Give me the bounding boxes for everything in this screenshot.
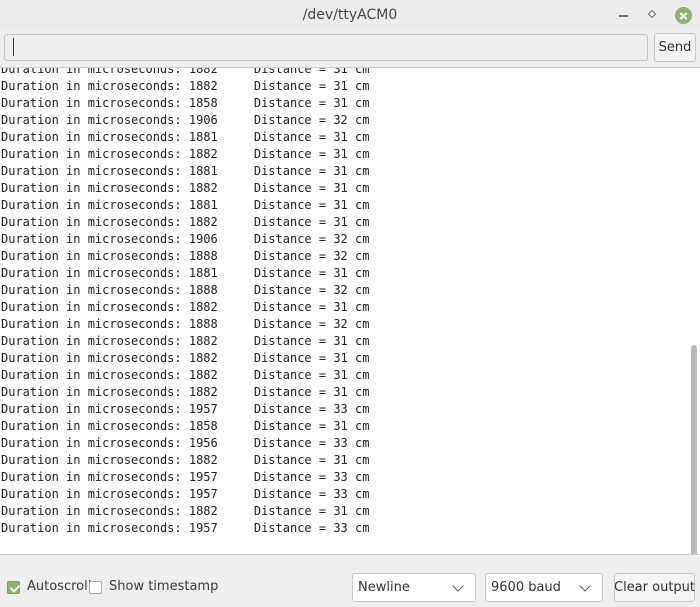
output-line: Duration in microseconds: 1881 Distance … — [1, 266, 370, 280]
output-line: Duration in microseconds: 1957 Distance … — [1, 487, 370, 501]
output-line: Duration in microseconds: 1957 Distance … — [1, 402, 370, 416]
output-line: Duration in microseconds: 1881 Distance … — [1, 130, 370, 144]
output-line: Duration in microseconds: 1882 Distance … — [1, 300, 370, 314]
chevron-down-icon — [579, 580, 591, 592]
output-line: Duration in microseconds: 1882 Distance … — [1, 215, 370, 229]
output-line: Duration in microseconds: 1957 Distance … — [1, 521, 370, 535]
output-line: Duration in microseconds: 1882 Distance … — [1, 67, 370, 76]
output-line: Duration in microseconds: 1957 Distance … — [1, 470, 370, 484]
send-button[interactable]: Send — [654, 33, 696, 62]
line-ending-select[interactable]: Newline — [352, 573, 476, 602]
baud-rate-select[interactable]: 9600 baud — [485, 573, 603, 602]
output-line: Duration in microseconds: 1882 Distance … — [1, 504, 370, 518]
output-line: Duration in microseconds: 1881 Distance … — [1, 198, 370, 212]
send-bar: Send — [0, 30, 700, 66]
restore-icon[interactable] — [645, 7, 661, 23]
output-line: Duration in microseconds: 1882 Distance … — [1, 334, 370, 348]
output-line: Duration in microseconds: 1888 Distance … — [1, 317, 370, 331]
chevron-down-icon — [452, 580, 464, 592]
baud-rate-value: 9600 baud — [491, 580, 561, 595]
minimize-icon[interactable] — [616, 7, 632, 23]
output-line: Duration in microseconds: 1906 Distance … — [1, 232, 370, 246]
output-line: Duration in microseconds: 1858 Distance … — [1, 96, 370, 110]
output-lines: Duration in microseconds: 1882 Distance … — [1, 67, 370, 537]
line-ending-value: Newline — [358, 580, 410, 595]
output-line: Duration in microseconds: 1888 Distance … — [1, 249, 370, 263]
output-line: Duration in microseconds: 1906 Distance … — [1, 113, 370, 127]
close-icon[interactable] — [675, 7, 692, 24]
output-line: Duration in microseconds: 1882 Distance … — [1, 351, 370, 365]
output-line: Duration in microseconds: 1882 Distance … — [1, 368, 370, 382]
text-caret — [13, 38, 14, 56]
vertical-scrollbar[interactable] — [691, 345, 697, 554]
serial-output[interactable]: Duration in microseconds: 1882 Distance … — [0, 67, 700, 555]
output-line: Duration in microseconds: 1881 Distance … — [1, 164, 370, 178]
autoscroll-label[interactable]: Autoscroll — [27, 579, 91, 594]
output-line: Duration in microseconds: 1882 Distance … — [1, 147, 370, 161]
show-timestamp-label[interactable]: Show timestamp — [109, 579, 218, 594]
title-bar[interactable]: /dev/ttyACM0 — [0, 0, 700, 30]
show-timestamp-checkbox[interactable] — [89, 581, 102, 594]
output-line: Duration in microseconds: 1858 Distance … — [1, 419, 370, 433]
output-line: Duration in microseconds: 1882 Distance … — [1, 453, 370, 467]
autoscroll-checkbox[interactable] — [7, 581, 20, 594]
output-line: Duration in microseconds: 1882 Distance … — [1, 181, 370, 195]
output-line: Duration in microseconds: 1882 Distance … — [1, 79, 370, 93]
output-line: Duration in microseconds: 1888 Distance … — [1, 283, 370, 297]
window-title: /dev/ttyACM0 — [302, 7, 398, 23]
serial-input[interactable] — [4, 34, 648, 61]
output-line: Duration in microseconds: 1882 Distance … — [1, 385, 370, 399]
output-line: Duration in microseconds: 1956 Distance … — [1, 436, 370, 450]
clear-output-button[interactable]: Clear output — [614, 573, 695, 602]
